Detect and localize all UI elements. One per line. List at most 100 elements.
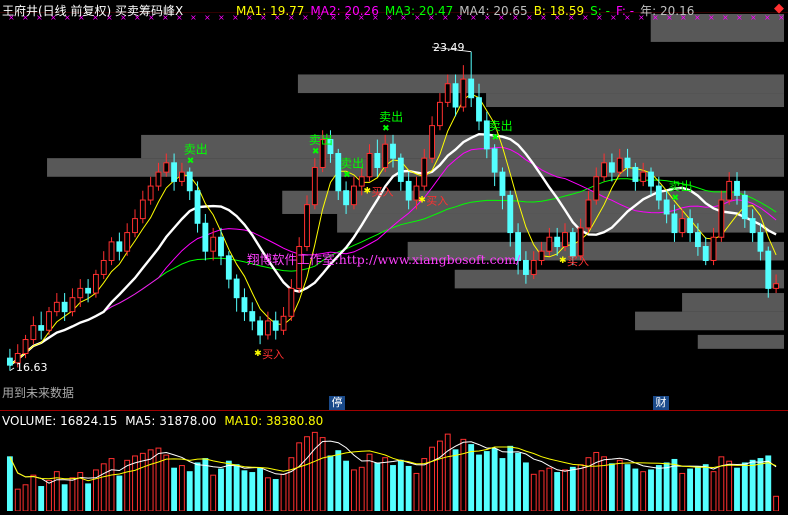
volume-bar-29 — [233, 464, 240, 512]
volume-bar-52 — [413, 472, 420, 512]
sell-label-0: 卖出 — [184, 142, 208, 156]
sell-label-1: 卖出 — [309, 133, 333, 147]
candle-body-72 — [569, 232, 576, 257]
volume-bar-95 — [749, 459, 756, 512]
volume-bar-64 — [507, 445, 514, 512]
candle-body-64 — [507, 194, 514, 234]
volume-bar-21 — [171, 467, 178, 512]
chart-title: 王府井(日线 前复权) 买卖筹码峰X — [2, 4, 184, 18]
volume-bar-28 — [225, 460, 232, 512]
buy-marker-2: ✱ — [418, 196, 426, 206]
candle-body-19 — [155, 171, 162, 187]
candle-body-50 — [397, 157, 404, 182]
candle-body-15 — [124, 232, 131, 252]
candle-body-27 — [218, 236, 224, 257]
candle-body-86 — [679, 218, 686, 234]
candle-body-20 — [163, 162, 170, 173]
volume-bar-22 — [178, 465, 185, 512]
candle-body-62 — [491, 148, 498, 173]
volume-bar-36 — [288, 457, 295, 512]
candle-body-16 — [132, 218, 138, 234]
candle-body-84 — [663, 199, 670, 215]
chip-bar-1 — [297, 74, 784, 94]
candle-body-24 — [194, 190, 201, 224]
candle-body-98 — [773, 283, 780, 289]
candle-body-90 — [710, 236, 717, 261]
sell-marker-5: ✖ — [671, 194, 679, 204]
chip-bar-11 — [697, 334, 784, 349]
volume-bar-57 — [452, 449, 459, 512]
indicator-6: F: - — [615, 4, 635, 18]
volume-bar-56 — [444, 433, 451, 512]
volume-bar-89 — [702, 464, 709, 512]
volume-bar-72 — [569, 466, 576, 512]
candle-body-73 — [577, 227, 584, 257]
volume-bar-43 — [343, 460, 350, 512]
buy-marker-1: ✱ — [364, 186, 372, 196]
volume-bar-46 — [366, 453, 373, 512]
volume-bar-10 — [85, 483, 92, 512]
indicator-5: S: - — [590, 4, 610, 18]
volume-bar-30 — [241, 470, 248, 512]
volume-bar-90 — [710, 471, 717, 512]
volume-bar-55 — [436, 440, 443, 512]
candle-body-54 — [429, 125, 436, 159]
volume-bar-94 — [741, 462, 748, 512]
candle-body-32 — [257, 320, 264, 336]
volume-bar-75 — [593, 451, 600, 512]
volume-bar-70 — [554, 472, 561, 512]
candle-body-34 — [272, 320, 279, 331]
header-marker-53: × — [750, 13, 757, 22]
candle-body-79 — [624, 157, 631, 168]
candle-body-35 — [280, 315, 287, 331]
candle-body-23 — [186, 171, 193, 192]
buy-label-3: 买入 — [567, 255, 589, 268]
candle-body-69 — [546, 236, 553, 252]
candle-body-88 — [694, 232, 701, 248]
volume-bar-12 — [100, 463, 107, 512]
volume-bar-68 — [538, 470, 545, 512]
volume-bar-81 — [640, 471, 647, 512]
candle-body-31 — [249, 311, 256, 322]
volume-bar-40 — [319, 437, 326, 512]
volume-bar-38 — [304, 436, 310, 512]
volume-bar-49 — [390, 465, 396, 512]
volume-bar-80 — [632, 468, 639, 512]
volume-bar-69 — [546, 467, 553, 512]
volume-bar-4 — [38, 486, 45, 512]
header-marker-54: × — [764, 13, 771, 22]
candle-body-49 — [390, 143, 396, 159]
candle-body-77 — [608, 162, 615, 173]
volume-bar-83 — [655, 465, 662, 512]
volume-bar-5 — [46, 479, 52, 512]
candle-body-80 — [632, 166, 639, 182]
candle-body-29 — [233, 278, 240, 299]
sell-label-3: 卖出 — [379, 110, 403, 124]
candle-body-74 — [585, 199, 592, 229]
volume-bar-78 — [616, 459, 623, 512]
chip-bar-8 — [454, 269, 784, 289]
low-price-label: 16.63 — [16, 361, 48, 374]
sell-marker-4: ✖ — [492, 133, 500, 143]
candle-body-87 — [687, 218, 694, 234]
indicator-3: MA4: 20.65 — [459, 4, 528, 18]
diamond-icon[interactable]: ◆ — [774, 1, 784, 16]
volume-bar-34 — [272, 479, 279, 512]
volume-bar-63 — [499, 458, 506, 512]
volume-bar-82 — [648, 469, 654, 512]
chip-bar-10 — [635, 311, 784, 331]
candle-body-94 — [741, 194, 748, 220]
volume-bar-15 — [124, 459, 131, 512]
candle-body-33 — [264, 320, 271, 336]
volume-bar-98 — [773, 495, 780, 512]
volume-bar-11 — [92, 469, 99, 512]
volume-bar-48 — [382, 457, 389, 512]
candle-body-75 — [593, 176, 600, 201]
candle-body-53 — [421, 157, 428, 187]
volume-bar-37 — [296, 442, 303, 512]
volume-bar-8 — [69, 477, 76, 512]
volume-bar-41 — [327, 455, 334, 512]
buy-label-0: 买入 — [262, 348, 284, 361]
volume-bar-16 — [132, 455, 138, 512]
volume-bar-13 — [108, 458, 115, 512]
